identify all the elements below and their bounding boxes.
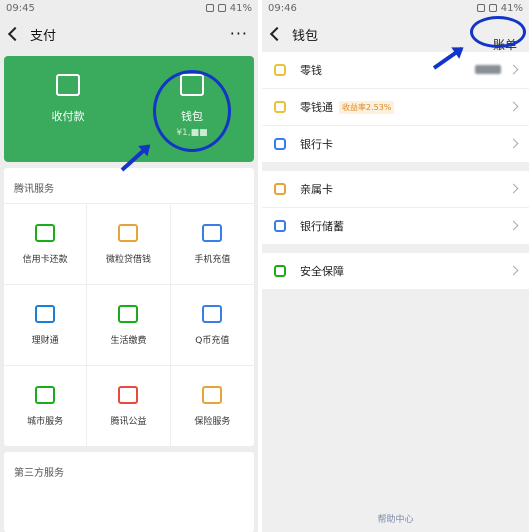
battery-label: 41% [229,2,252,14]
receive-pay-label: 收付款 [51,110,85,123]
nav-bar: 支付 ··· [0,16,258,52]
insurance-icon [202,385,223,404]
phone-icon [202,223,223,242]
battery-label: 41% [500,2,523,14]
services-grid: 信用卡还款 微粒贷借钱 手机充值理财通 生活缴费 Q币充值城市服务 腾讯公益 保险服务 [4,203,254,446]
screen: 09:45 41% 支付 ··· 收付款 钱包 ¥1,■■ 腾讯服务 信用卡还款… [0,0,529,532]
service-label: 理财通 [31,335,59,346]
bankcard-icon [274,138,286,150]
coin-icon [274,64,286,76]
wallet-row-label: 银行卡 [300,138,333,151]
utility-icon [118,304,139,323]
status-time: 09:46 [268,2,297,14]
wallet-row[interactable]: 银行储蓄 [262,208,529,245]
alarm-icon [476,4,485,12]
wallet-row-label: 安全保障 [300,265,344,278]
divider [262,163,529,171]
wallet-row[interactable]: 亲属卡 [262,171,529,208]
service-label: 腾讯公益 [110,416,147,427]
service-item[interactable]: 保险服务 [170,365,254,446]
status-indicators: 41% [205,2,252,14]
alarm-icon [205,4,214,12]
loan-icon [118,223,139,242]
signal-icon [488,4,497,12]
wallet-row-label: 零钱通 [300,101,333,114]
wallet-row[interactable]: 零钱通 收益率2.53% [262,89,529,126]
wealth-icon [35,304,56,323]
service-item[interactable]: 生活缴费 [87,284,171,365]
wallet-list-1: 零钱 ¥1,■■ 零钱通收益率2.53% 银行卡 [262,52,529,163]
chevron-right-icon [508,220,519,231]
service-label: 信用卡还款 [22,254,68,265]
third-party-title: 第三方服务 [14,468,64,479]
status-bar: 09:45 41% [0,0,258,16]
status-bar: 09:46 41% [262,0,529,16]
chevron-right-icon [508,265,519,276]
pay-screen: 09:45 41% 支付 ··· 收付款 钱包 ¥1,■■ 腾讯服务 信用卡还款… [0,0,258,532]
divider [262,245,529,253]
service-item[interactable]: 手机充值 [170,203,254,284]
page-title: 支付 [30,28,57,44]
service-item[interactable]: 信用卡还款 [4,203,88,284]
wallet-row-label: 零钱 [300,64,322,77]
wallet-screen: 09:46 41% 钱包 账单 零钱¥1,■■零钱通收益率2.53%银行卡 亲属… [262,0,529,532]
heart-icon [118,385,139,404]
city-icon [35,385,56,404]
service-label: 生活缴费 [110,335,147,346]
chevron-right-icon [508,183,519,194]
tencent-services-card: 腾讯服务 信用卡还款 微粒贷借钱 手机充值理财通 生活缴费 Q币充值城市服务 腾讯公益 保险… [4,168,254,446]
highlight-circle [153,70,231,152]
chevron-right-icon [508,138,519,149]
service-item[interactable]: 微粒贷借钱 [87,203,171,284]
wallet-row[interactable]: 零钱 ¥1,■■ [262,52,529,89]
penguin-icon [202,304,223,323]
service-item[interactable]: 理财通 [4,284,88,365]
wallet-row-label: 亲属卡 [300,183,333,196]
yield-badge: 收益率2.53% [339,100,395,114]
service-label: 微粒贷借钱 [105,254,151,265]
credit-card-icon [35,223,56,242]
back-arrow-icon[interactable] [7,26,23,42]
chevron-right-icon [508,64,519,75]
savings-icon [274,220,286,232]
shield-icon [274,265,286,277]
status-indicators: 41% [476,2,523,14]
service-label: Q币充值 [195,335,230,346]
highlight-circle [470,16,526,48]
more-menu-button[interactable]: ··· [230,24,248,43]
chevron-right-icon [508,101,519,112]
service-item[interactable]: 腾讯公益 [87,365,171,446]
wallet-list-3: 安全保障 [262,253,529,290]
service-label: 城市服务 [27,416,64,427]
family-card-icon [274,183,286,195]
third-party-card: 第三方服务 [4,452,254,532]
qr-scan-icon [56,74,80,96]
back-arrow-icon[interactable] [269,26,285,42]
wallet-row-label: 银行储蓄 [300,220,344,233]
diamond-icon [274,101,286,113]
service-label: 保险服务 [194,416,231,427]
page-title: 钱包 [292,28,319,44]
balance-amount: ¥1,■■ [475,65,501,74]
wallet-list-2: 亲属卡 银行储蓄 [262,171,529,245]
service-label: 手机充值 [194,254,231,265]
wallet-row[interactable]: 银行卡 [262,126,529,163]
help-center-link[interactable]: 帮助中心 [262,512,529,525]
wallet-row[interactable]: 安全保障 [262,253,529,290]
receive-pay-button[interactable]: 收付款 [18,74,118,124]
tencent-services-title: 腾讯服务 [14,184,54,195]
service-item[interactable]: Q币充值 [170,284,254,365]
service-item[interactable]: 城市服务 [4,365,88,446]
signal-icon [217,4,226,12]
status-time: 09:45 [6,2,35,14]
